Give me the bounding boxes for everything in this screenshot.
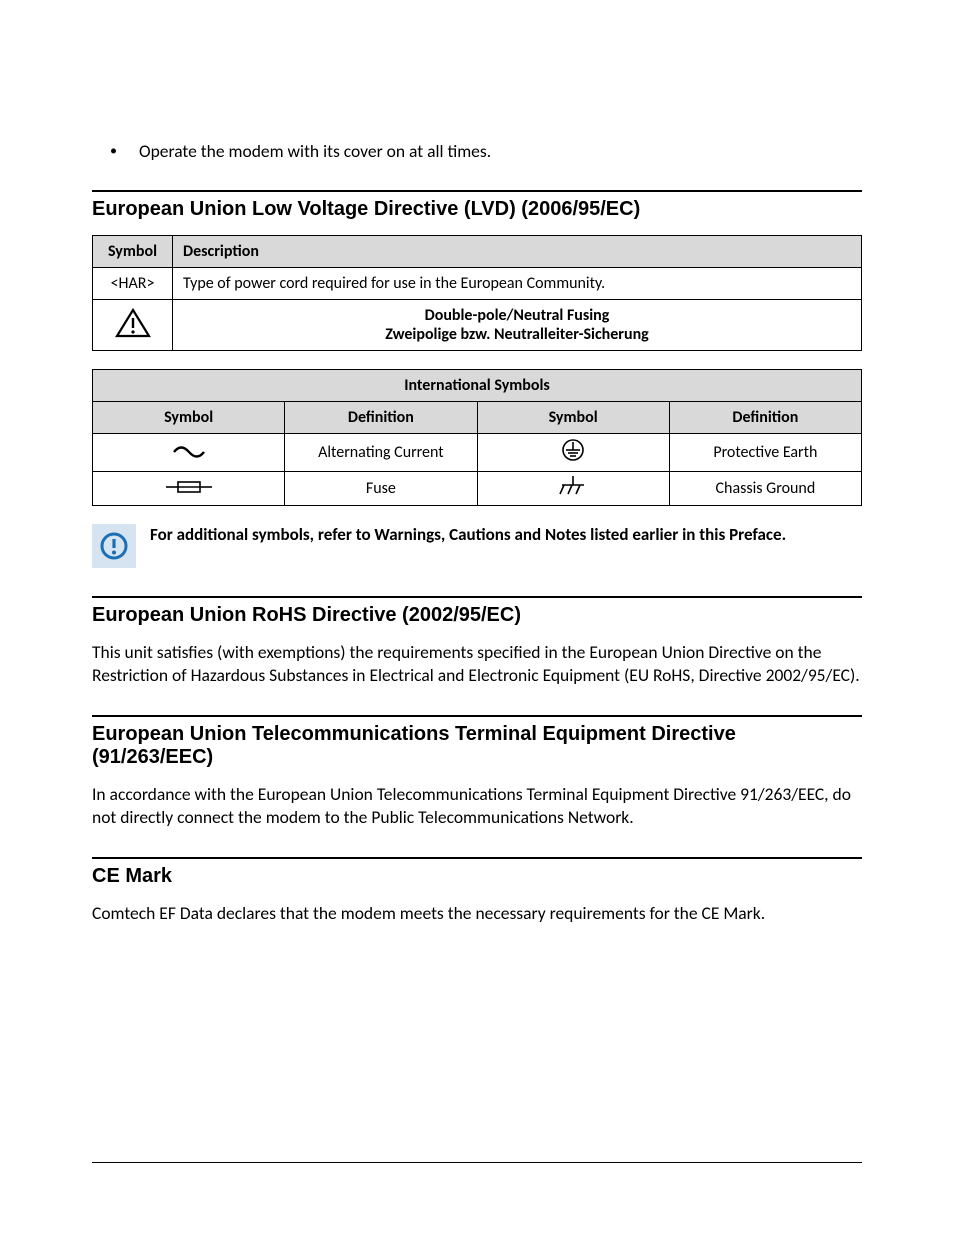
section-ce: CE Mark Comtech EF Data declares that th… — [92, 857, 862, 925]
note-text: For additional symbols, refer to Warning… — [150, 524, 786, 546]
table-row: <HAR> Type of power cord required for us… — [93, 268, 862, 300]
warning-line-1: Double-pole/Neutral Fusing — [183, 306, 851, 325]
cell-warning-symbol — [93, 300, 173, 351]
chassis-ground-icon — [477, 472, 669, 506]
section-rule — [92, 857, 862, 859]
cell-def: Chassis Ground — [669, 472, 861, 506]
th-description: Description — [173, 236, 862, 268]
th-symbol: Symbol — [93, 402, 285, 434]
body-ce: Comtech EF Data declares that the modem … — [92, 902, 862, 925]
body-tte: In accordance with the European Union Te… — [92, 783, 862, 829]
heading-ce: CE Mark — [92, 865, 862, 888]
ac-symbol-icon — [93, 434, 285, 472]
heading-tte: European Union Telecommunications Termin… — [92, 723, 862, 769]
table-row: Alternating Current Protective Earth — [93, 434, 862, 472]
table-lvd-1: Symbol Description <HAR> Type of power c… — [92, 235, 862, 351]
cell-def: Protective Earth — [669, 434, 861, 472]
table-row: Double-pole/Neutral Fusing Zweipolige bz… — [93, 300, 862, 351]
warning-triangle-icon — [115, 308, 151, 343]
section-rohs: European Union RoHS Directive (2002/95/E… — [92, 596, 862, 687]
cell-warning-desc: Double-pole/Neutral Fusing Zweipolige bz… — [173, 300, 862, 351]
cell-def: Alternating Current — [285, 434, 477, 472]
footer-rule — [92, 1162, 862, 1163]
cell-har-symbol: <HAR> — [93, 268, 173, 300]
section-lvd: European Union Low Voltage Directive (LV… — [92, 190, 862, 568]
th-symbol: Symbol — [93, 236, 173, 268]
bullet-item: • Operate the modem with its cover on at… — [92, 140, 862, 162]
table-row: Fuse Chassis Ground — [93, 472, 862, 506]
fuse-symbol-icon — [93, 472, 285, 506]
section-rule — [92, 715, 862, 717]
table-international-symbols: International Symbols Symbol Definition … — [92, 369, 862, 506]
protective-earth-icon — [477, 434, 669, 472]
section-rule — [92, 190, 862, 192]
info-icon — [92, 524, 136, 568]
th-definition: Definition — [669, 402, 861, 434]
note-block: For additional symbols, refer to Warning… — [92, 524, 862, 568]
th-intl-title: International Symbols — [93, 370, 862, 402]
section-rule — [92, 596, 862, 598]
bullet-marker: • — [110, 140, 117, 162]
heading-lvd: European Union Low Voltage Directive (LV… — [92, 198, 862, 221]
cell-har-desc: Type of power cord required for use in t… — [173, 268, 862, 300]
body-rohs: This unit satisfies (with exemptions) th… — [92, 641, 862, 687]
heading-rohs: European Union RoHS Directive (2002/95/E… — [92, 604, 862, 627]
cell-def: Fuse — [285, 472, 477, 506]
th-definition: Definition — [285, 402, 477, 434]
warning-line-2: Zweipolige bzw. Neutralleiter-Sicherung — [183, 325, 851, 344]
th-symbol: Symbol — [477, 402, 669, 434]
bullet-text: Operate the modem with its cover on at a… — [139, 140, 491, 162]
section-tte: European Union Telecommunications Termin… — [92, 715, 862, 829]
